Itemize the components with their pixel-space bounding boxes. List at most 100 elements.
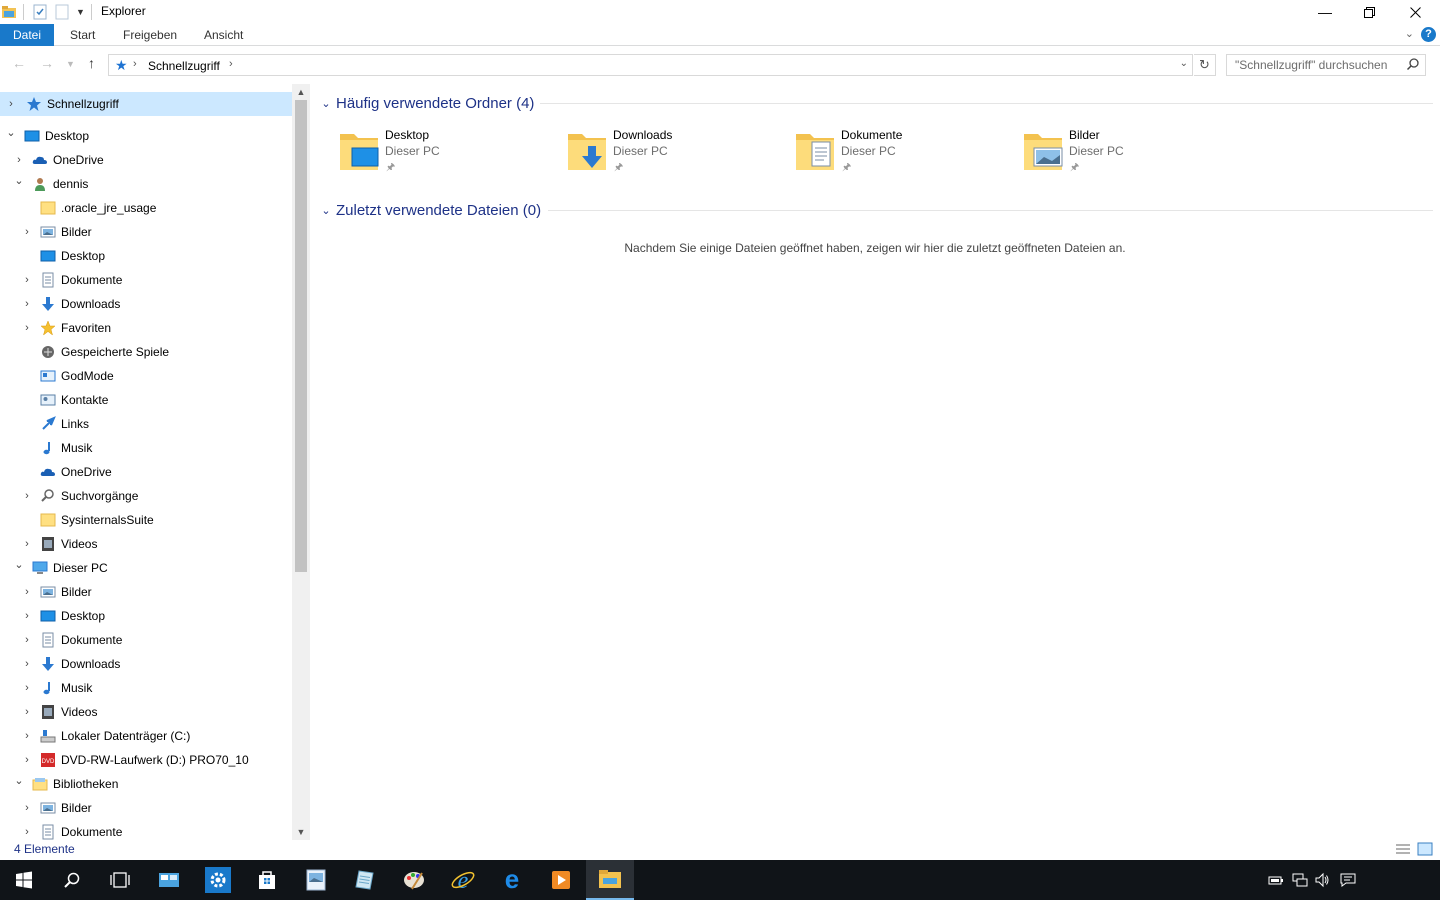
sidebar-item[interactable]: › Dokumente <box>0 268 292 292</box>
sidebar-item[interactable]: Musik <box>0 436 292 460</box>
taskbar-button[interactable] <box>586 860 634 900</box>
chevron-right-icon[interactable]: › <box>21 609 33 623</box>
chevron-right-icon[interactable]: › <box>21 225 33 239</box>
breadcrumb-chevron-icon[interactable]: › <box>133 58 137 70</box>
sidebar-item[interactable]: › Desktop <box>0 604 292 628</box>
sidebar-item[interactable]: › Favoriten <box>0 316 292 340</box>
taskbar-button[interactable] <box>537 860 585 900</box>
sidebar-item[interactable]: SysinternalsSuite <box>0 508 292 532</box>
recent-files-header[interactable]: ⌄ Zuletzt verwendete Dateien (0) <box>320 199 541 221</box>
sidebar-item[interactable]: › OneDrive <box>0 148 292 172</box>
taskbar-button[interactable] <box>0 860 48 900</box>
scrollbar-thumb[interactable] <box>295 100 307 572</box>
chevron-right-icon[interactable]: › <box>21 489 33 503</box>
sidebar-item[interactable]: › DVD DVD-RW-Laufwerk (D:) PRO70_10 <box>0 748 292 772</box>
taskbar-button[interactable] <box>194 860 242 900</box>
taskbar-button[interactable] <box>48 860 96 900</box>
sidebar-item[interactable]: OneDrive <box>0 460 292 484</box>
sidebar-item[interactable]: Desktop <box>0 244 292 268</box>
tab-start[interactable]: Start <box>57 24 108 46</box>
scroll-down-icon[interactable]: ▼ <box>292 824 310 840</box>
up-arrow-icon[interactable]: ↑ <box>88 55 95 71</box>
chevron-down-icon[interactable]: ⌄ <box>320 204 332 217</box>
sidebar-item[interactable]: ⌄ Desktop <box>0 124 292 148</box>
pin-icon[interactable]: 🖈 <box>1070 160 1079 177</box>
chevron-right-icon[interactable]: › <box>21 729 33 743</box>
address-dropdown-icon[interactable]: ⌄ <box>1180 58 1188 69</box>
sidebar-item[interactable]: ⌄ Bibliotheken <box>0 772 292 796</box>
sidebar-item[interactable]: › Videos <box>0 532 292 556</box>
sidebar-item[interactable]: › Bilder <box>0 220 292 244</box>
chevron-down-icon[interactable]: ⌄ <box>13 174 25 188</box>
search-box[interactable] <box>1226 54 1426 76</box>
sidebar-item[interactable]: › Dokumente <box>0 628 292 652</box>
sidebar-item[interactable]: .oracle_jre_usage <box>0 196 292 220</box>
breadcrumb-chevron-icon[interactable]: › <box>229 58 233 70</box>
taskbar-button[interactable] <box>96 860 144 900</box>
frequent-folders-header[interactable]: ⌄ Häufig verwendete Ordner (4) <box>320 92 534 114</box>
sidebar-item[interactable]: › Bilder <box>0 580 292 604</box>
sidebar-item[interactable]: › Dokumente <box>0 820 292 840</box>
sidebar-item[interactable]: › Downloads <box>0 652 292 676</box>
network-icon[interactable] <box>1292 872 1308 888</box>
sidebar-item[interactable]: GodMode <box>0 364 292 388</box>
new-folder-icon[interactable] <box>54 4 70 20</box>
chevron-down-icon[interactable]: ⌄ <box>5 126 17 140</box>
sidebar-item[interactable]: Kontakte <box>0 388 292 412</box>
sidebar-item[interactable]: › Videos <box>0 700 292 724</box>
chevron-down-icon[interactable]: ⌄ <box>13 558 25 572</box>
taskbar-button[interactable] <box>243 860 291 900</box>
taskbar-button[interactable] <box>292 860 340 900</box>
sidebar-item[interactable]: › Lokaler Datenträger (C:) <box>0 724 292 748</box>
search-icon[interactable] <box>1406 57 1420 71</box>
chevron-right-icon[interactable]: › <box>21 705 33 719</box>
sidebar-item[interactable]: › Downloads <box>0 292 292 316</box>
chevron-right-icon[interactable]: › <box>21 321 33 335</box>
forward-arrow-icon[interactable]: → <box>40 55 54 71</box>
chevron-right-icon[interactable]: › <box>21 297 33 311</box>
volume-icon[interactable] <box>1314 872 1330 888</box>
taskbar-button[interactable] <box>390 860 438 900</box>
chevron-down-icon[interactable]: ⌄ <box>320 97 332 110</box>
back-arrow-icon[interactable]: ← <box>12 55 26 71</box>
search-input[interactable] <box>1227 55 1405 75</box>
address-bar[interactable]: ★ › Schnellzugriff › ⌄ <box>108 54 1193 76</box>
chevron-right-icon[interactable]: › <box>21 825 33 839</box>
navigation-pane-scrollbar[interactable]: ▲ ▼ <box>292 84 310 840</box>
frequent-folder-tile[interactable]: Downloads Dieser PC 🖈 <box>566 128 786 178</box>
taskbar-button[interactable] <box>145 860 193 900</box>
chevron-right-icon[interactable]: › <box>21 657 33 671</box>
taskbar-button[interactable]: e <box>439 860 487 900</box>
chevron-right-icon[interactable]: › <box>13 153 25 167</box>
chevron-right-icon[interactable]: › <box>21 537 33 551</box>
explorer-app-icon[interactable] <box>1 4 17 20</box>
sidebar-item[interactable]: › Musik <box>0 676 292 700</box>
frequent-folder-tile[interactable]: Desktop Dieser PC 🖈 <box>338 128 558 178</box>
frequent-folder-tile[interactable]: Bilder Dieser PC 🖈 <box>1022 128 1242 178</box>
properties-icon[interactable] <box>32 4 48 20</box>
chevron-right-icon[interactable]: › <box>21 753 33 767</box>
tab-freigeben[interactable]: Freigeben <box>110 24 190 46</box>
frequent-folder-tile[interactable]: Dokumente Dieser PC 🖈 <box>794 128 1014 178</box>
pin-icon[interactable]: 🖈 <box>386 160 395 177</box>
large-icons-view-icon[interactable] <box>1416 842 1434 856</box>
sidebar-item[interactable]: › Bilder <box>0 796 292 820</box>
sidebar-item[interactable]: › Schnellzugriff <box>0 92 292 116</box>
chevron-right-icon[interactable]: › <box>5 97 17 111</box>
minimize-button[interactable]: — <box>1302 0 1348 24</box>
chevron-right-icon[interactable]: › <box>21 801 33 815</box>
refresh-button[interactable]: ↻ <box>1194 54 1216 76</box>
taskbar-button[interactable] <box>341 860 389 900</box>
scroll-up-icon[interactable]: ▲ <box>292 84 310 100</box>
chevron-right-icon[interactable]: › <box>21 273 33 287</box>
pin-icon[interactable]: 🖈 <box>842 160 851 177</box>
clock-time[interactable]: 10:35 <box>1384 5 1414 17</box>
chevron-right-icon[interactable]: › <box>21 681 33 695</box>
action-center-icon[interactable] <box>1340 872 1356 888</box>
clock-date[interactable]: 05.11.2015 <box>1370 21 1430 33</box>
sidebar-item[interactable]: › Suchvorgänge <box>0 484 292 508</box>
sidebar-item[interactable]: ⌄ Dieser PC <box>0 556 292 580</box>
sidebar-item[interactable]: Links <box>0 412 292 436</box>
chevron-down-icon[interactable]: ⌄ <box>13 774 25 788</box>
sidebar-item[interactable]: ⌄ dennis <box>0 172 292 196</box>
